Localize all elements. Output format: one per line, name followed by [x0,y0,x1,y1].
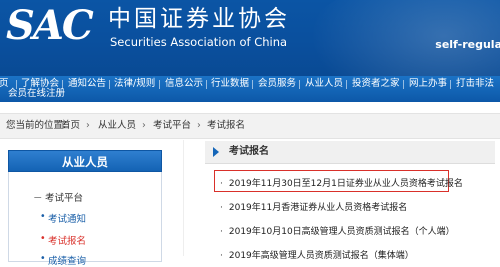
sidebar-bullet-icon: • [40,233,46,244]
nav-item-online-services[interactable]: 网上办事 [409,79,447,89]
news-title[interactable]: 2019年高级管理人员资质测试报名（集体端） [229,251,414,261]
nav-item-practitioners[interactable]: 从业人员 [305,79,343,89]
nav-item-member-services[interactable]: 会员服务 [258,79,296,89]
nav-separator [346,80,347,89]
column-divider [183,140,184,256]
bullet-icon: · [220,227,223,237]
bullet-icon: · [220,251,223,261]
news-item[interactable]: · 2019年10月10日高级管理人员资质测试报名（个人端） [220,224,455,237]
nav-separator [450,80,451,89]
triangle-right-icon [213,147,219,157]
main-nav: 页 了解协会 通知公告 法律/规则 信息公示 行业数据 会员服务 从业人员 投资… [0,76,500,102]
news-title[interactable]: 2019年11月香港证券从业人员资格考试报名 [229,203,407,213]
nav-separator [252,80,253,89]
sidebar-title: 从业人员 [8,150,162,172]
nav-item-disclosure[interactable]: 信息公示 [165,79,203,89]
nav-item-data[interactable]: 行业数据 [211,79,249,89]
site-header: SAC 中国证券业协会 Securities Association of Ch… [0,0,500,76]
breadcrumb-separator-icon: › [142,120,146,131]
nav-item-investors[interactable]: 投资者之家 [352,79,400,89]
sidebar-group-exam-platform[interactable]: 考试平台 [45,190,83,204]
breadcrumb-current: 考试报名 [207,120,246,131]
collapse-icon[interactable]: － [33,190,43,204]
bullet-icon: · [220,179,223,189]
sac-logo[interactable]: SAC [6,6,94,46]
news-item[interactable]: · 2019年高级管理人员资质测试报名（集体端） [220,248,414,261]
sidebar-bullet-icon: • [40,253,46,264]
org-name-en: Securities Association of China [110,35,288,49]
breadcrumb-separator-icon: › [197,120,201,131]
breadcrumb-practitioners[interactable]: 从业人员 [98,114,136,138]
breadcrumb: 您当前的位置: 首页 › 从业人员 › 考试平台 › 考试报名 [0,113,500,139]
breadcrumb-prefix: 您当前的位置: [6,120,67,131]
breadcrumb-separator-icon: › [86,120,90,131]
breadcrumb-exam-platform[interactable]: 考试平台 [153,114,191,138]
sidebar-bullet-icon: • [40,211,46,222]
sidebar-item-exam-registration[interactable]: 考试报名 [48,233,86,247]
section-header: 考试报名 [205,141,495,164]
header-slogan: self-regula [435,38,500,51]
nav-item-notices[interactable]: 通知公告 [68,79,106,89]
news-item[interactable]: · 2019年11月30日至12月1日证券业从业人员资格考试报名 [220,176,463,189]
nav-item-laws[interactable]: 法律/规则 [114,79,155,89]
nav-item-anti-illegal[interactable]: 打击非法 [456,79,494,89]
nav-separator [159,80,160,89]
section-title: 考试报名 [229,146,269,157]
breadcrumb-home[interactable]: 首页 [61,114,80,138]
org-name-cn: 中国证券业协会 [108,6,290,32]
nav-sub-member-register[interactable]: 会员在线注册 [8,89,65,99]
sidebar-item-exam-notice[interactable]: 考试通知 [48,211,86,225]
news-title[interactable]: 2019年11月30日至12月1日证券业从业人员资格考试报名 [229,179,463,189]
nav-separator [403,80,404,89]
news-title[interactable]: 2019年10月10日高级管理人员资质测试报名（个人端） [229,227,455,237]
bullet-icon: · [220,203,223,213]
nav-separator [109,80,110,89]
sidebar-item-score-query[interactable]: 成绩查询 [48,253,86,267]
nav-separator [206,80,207,89]
nav-separator [299,80,300,89]
news-item[interactable]: · 2019年11月香港证券从业人员资格考试报名 [220,200,407,213]
